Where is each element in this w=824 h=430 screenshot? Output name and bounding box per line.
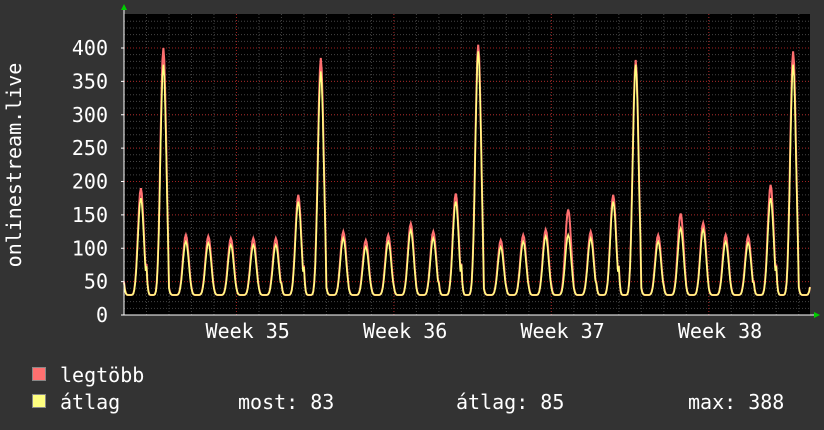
x-tick-label: Week 38 bbox=[678, 319, 762, 343]
stat-current: most: 83 bbox=[238, 390, 335, 414]
x-tick-label: Week 36 bbox=[363, 319, 447, 343]
x-tick-label: Week 35 bbox=[206, 319, 290, 343]
y-tick-labels: 0 50 100 150 200 250 300 350 400 bbox=[72, 36, 124, 327]
x-tick-label: Week 37 bbox=[520, 319, 604, 343]
stat-maximum: max: 388 bbox=[688, 390, 785, 414]
y-axis-arrow-icon bbox=[121, 4, 127, 10]
x-axis-arrow-icon bbox=[814, 312, 820, 318]
x-tick-labels: Week 35 Week 36 Week 37 Week 38 bbox=[206, 319, 763, 343]
y-tick-label: 200 bbox=[72, 170, 108, 194]
y-tick-label: 400 bbox=[72, 36, 108, 60]
y-tick-label: 0 bbox=[96, 303, 108, 327]
avg-swatch bbox=[32, 394, 46, 408]
stat-average: átlag: 85 bbox=[456, 390, 565, 414]
y-tick-label: 50 bbox=[84, 270, 108, 294]
y-tick-label: 150 bbox=[72, 203, 108, 227]
y-axis-title: onlinestream.live bbox=[2, 62, 26, 268]
line-chart: 050100150200250300350400 Week 35 Week 36 W… bbox=[72, 4, 820, 343]
legend-label-max: legtöbb bbox=[60, 363, 145, 387]
y-tick-label: 350 bbox=[72, 69, 108, 93]
max-swatch bbox=[32, 367, 46, 381]
legend-label-avg: átlag bbox=[60, 390, 121, 414]
y-tick-label: 100 bbox=[72, 236, 108, 260]
y-tick-label: 300 bbox=[72, 103, 108, 127]
y-tick-label: 250 bbox=[72, 136, 108, 160]
